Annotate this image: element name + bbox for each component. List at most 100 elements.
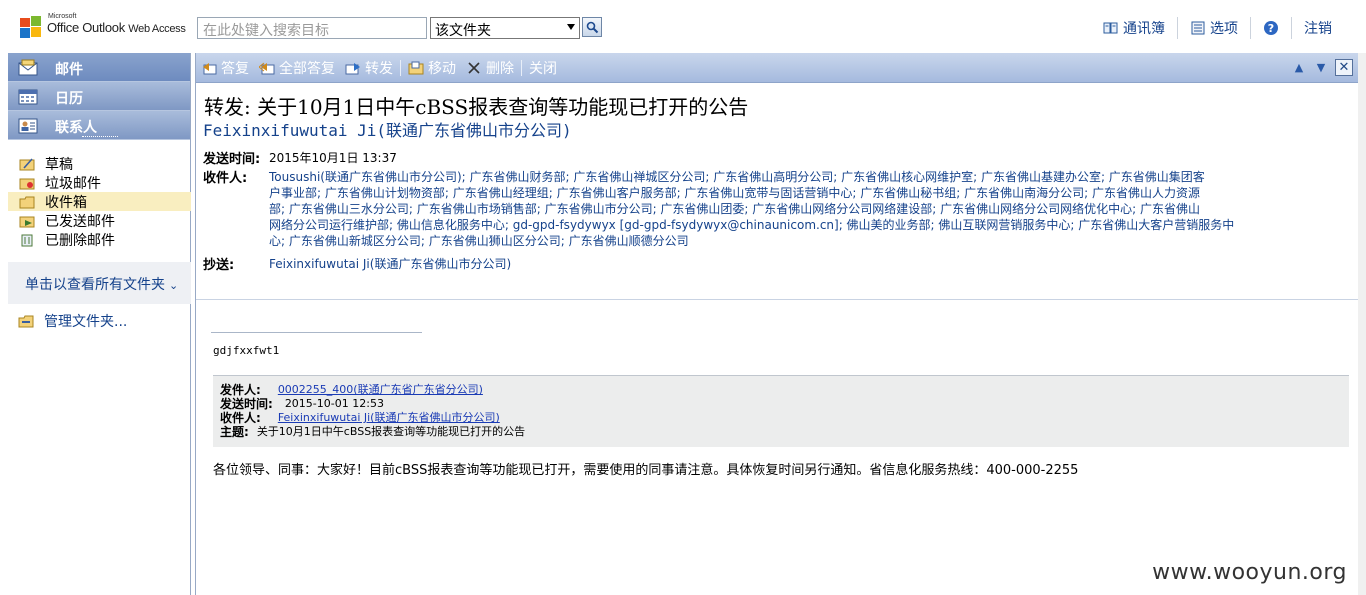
folder-label: 草稿	[45, 156, 73, 173]
to-line: 户事业部; 广东省佛山计划物资部; 广东省佛山经理组; 广东省佛山客户服务部; …	[269, 186, 1201, 200]
navigation-pane: 邮件 日历 联系人 草稿 垃圾邮件 收件箱 已发送邮件 已删除邮件 单击以查看所…	[8, 53, 191, 595]
dropdown-arrow-icon	[567, 24, 575, 30]
quoted-subject-label: 主题:	[220, 425, 249, 439]
search-scope-value: 该文件夹	[435, 23, 491, 39]
move-icon	[408, 61, 424, 74]
move-button[interactable]: 移动	[403, 58, 461, 78]
drafts-icon	[19, 157, 35, 170]
search-input[interactable]: 在此处键入搜索目标	[197, 17, 427, 39]
folder-label: 收件箱	[45, 194, 87, 211]
manage-folders-link[interactable]: 管理文件夹...	[18, 311, 127, 331]
reply-all-label: 全部答复	[279, 60, 335, 77]
reply-all-button[interactable]: 全部答复	[254, 58, 340, 78]
help-link[interactable]: ?	[1251, 20, 1291, 36]
toolbar-divider	[521, 59, 522, 76]
message-from[interactable]: Feixinxifuwutai Ji(联通广东省佛山市分公司)	[203, 117, 572, 141]
microsoft-label: Microsoft	[48, 13, 77, 20]
quoted-subject-value: 关于10月1日中午cBSS报表查询等功能现已打开的公告	[256, 425, 526, 438]
to-line: 心; 广东省佛山新城区分公司; 广东省佛山狮山区分公司; 广东省佛山顺德分公司	[269, 234, 689, 248]
signature-text: gdjfxxfwt1	[213, 344, 280, 357]
reply-button[interactable]: 答复	[196, 58, 254, 78]
resize-grip[interactable]	[82, 136, 118, 138]
to-label: 收件人:	[203, 171, 248, 186]
forward-icon	[345, 62, 360, 74]
brand-main: Office Outlook	[47, 20, 125, 35]
folder-sent[interactable]: 已发送邮件	[8, 211, 191, 230]
delete-icon	[468, 61, 480, 74]
options-icon	[1191, 21, 1205, 35]
signout-label: 注销	[1304, 21, 1332, 37]
calendar-icon	[18, 89, 38, 105]
message-text: 各位领导、同事：大家好！目前cBSS报表查询等功能现已打开，需要使用的同事请注意…	[213, 463, 1079, 478]
nav-calendar[interactable]: 日历	[8, 82, 190, 111]
help-icon: ?	[1264, 21, 1278, 35]
close-label: 关闭	[529, 60, 557, 77]
forward-button[interactable]: 转发	[340, 58, 398, 78]
owa-logo[interactable]: Microsoft Office Outlook Web Access	[14, 6, 189, 46]
folder-list: 草稿 垃圾邮件 收件箱 已发送邮件 已删除邮件	[8, 154, 191, 249]
close-button[interactable]: 关闭	[524, 58, 562, 78]
message-header: 转发: 关于10月1日中午cBSS报表查询等功能现已打开的公告 Feixinxi…	[196, 84, 1359, 300]
reply-all-icon	[259, 62, 275, 74]
search-button[interactable]	[582, 17, 602, 37]
cc-label: 抄送:	[203, 258, 235, 273]
nav-calendar-label: 日历	[55, 91, 83, 107]
delete-button[interactable]: 删除	[461, 58, 519, 78]
mail-icon	[18, 59, 38, 76]
inbox-icon	[19, 196, 35, 208]
close-window-icon[interactable]: ✕	[1335, 59, 1353, 76]
folder-label: 已删除邮件	[45, 232, 115, 249]
quoted-to-row: 收件人: Feixinxifuwutai Ji(联通广东省佛山市分公司)	[220, 411, 1349, 425]
quoted-from-link[interactable]: 0002255_400(联通广东省广东省分公司)	[278, 383, 483, 397]
signature-rule	[211, 332, 422, 333]
to-recipients[interactable]: Tousushi(联通广东省佛山市分公司); 广东省佛山财务部; 广东省佛山禅城…	[269, 169, 1234, 249]
address-book-icon	[1103, 22, 1118, 34]
manage-folders-icon	[18, 315, 34, 328]
quoted-from-label: 发件人:	[220, 383, 261, 397]
sent-time-label: 发送时间:	[203, 152, 261, 167]
quoted-subject-row: 主题: 关于10月1日中午cBSS报表查询等功能现已打开的公告	[220, 425, 1349, 439]
toolbar-right: ▲ ▼ ✕	[1291, 59, 1353, 76]
options-link[interactable]: 选项	[1178, 18, 1250, 38]
reply-label: 答复	[221, 60, 249, 77]
folder-inbox[interactable]: 收件箱	[8, 192, 191, 211]
previous-item-icon[interactable]: ▲	[1291, 60, 1307, 76]
address-book-label: 通讯簿	[1123, 21, 1165, 37]
brand-sub: Web Access	[128, 23, 186, 35]
folder-drafts[interactable]: 草稿	[8, 154, 191, 173]
message-body: gdjfxxfwt1 发件人: 0002255_400(联通广东省广东省分公司)…	[196, 301, 1359, 595]
nav-contacts-label: 联系人	[55, 120, 97, 136]
search-icon	[586, 21, 599, 34]
sent-items-icon	[19, 216, 35, 227]
folder-deleted[interactable]: 已删除邮件	[8, 230, 191, 249]
search-scope-select[interactable]: 该文件夹	[430, 17, 580, 39]
to-line: 网络分公司运行维护部; 佛山信息化服务中心; gd-gpd-fsydywyx […	[269, 218, 1235, 232]
next-item-icon[interactable]: ▼	[1313, 60, 1329, 76]
to-line: 部; 广东省佛山三水分公司; 广东省佛山市场销售部; 广东省佛山市分公司; 广东…	[269, 202, 1201, 216]
view-all-label: 单击以查看所有文件夹	[25, 277, 165, 293]
watermark: www.wooyun.org	[1152, 560, 1347, 585]
view-all-folders-link[interactable]: 单击以查看所有文件夹 ⌄	[8, 262, 191, 304]
nav-contacts[interactable]: 联系人	[8, 111, 190, 140]
forward-label: 转发	[365, 60, 393, 77]
double-chevron-down-icon: ⌄	[169, 279, 179, 292]
svg-text:?: ?	[1268, 22, 1274, 35]
quoted-from-row: 发件人: 0002255_400(联通广东省广东省分公司)	[220, 383, 1349, 397]
folder-junk[interactable]: 垃圾邮件	[8, 173, 191, 192]
quoted-to-link[interactable]: Feixinxifuwutai Ji(联通广东省佛山市分公司)	[278, 411, 500, 425]
signout-link[interactable]: 注销	[1292, 18, 1344, 38]
message-toolbar: 答复 全部答复 转发 移动 删除 关闭 ▲ ▼ ✕	[196, 53, 1359, 83]
nav-mail[interactable]: 邮件	[8, 53, 190, 82]
to-line: Tousushi(联通广东省佛山市分公司); 广东省佛山财务部; 广东省佛山禅城…	[269, 170, 1205, 184]
quoted-to-label: 收件人:	[220, 411, 261, 425]
address-book-link[interactable]: 通讯簿	[1091, 18, 1177, 38]
nav-mail-label: 邮件	[55, 62, 83, 78]
brand-title: Office Outlook Web Access	[47, 20, 186, 35]
options-label: 选项	[1210, 21, 1238, 37]
quoted-sent-label: 发送时间:	[220, 397, 273, 411]
quoted-sent-row: 发送时间: 2015-10-01 12:53	[220, 397, 1349, 411]
manage-folders-label: 管理文件夹...	[44, 314, 128, 330]
top-bar: Microsoft Office Outlook Web Access 在此处键…	[0, 0, 1366, 52]
page-scrollbar[interactable]	[1358, 53, 1366, 595]
cc-value[interactable]: Feixinxifuwutai Ji(联通广东省佛山市分公司)	[269, 256, 511, 272]
